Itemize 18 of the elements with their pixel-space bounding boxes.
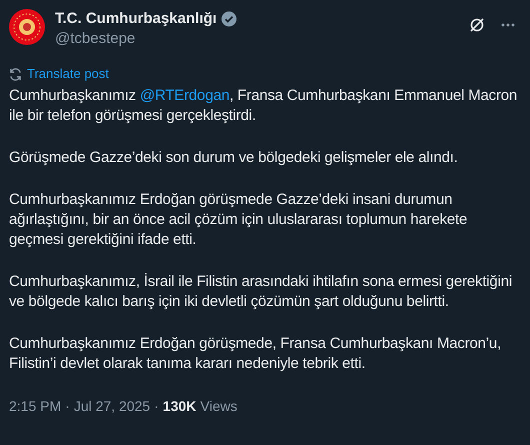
post-paragraph: Görüşmede Gazze’deki son durum ve bölgedeki gelişmeler ele alındı. [9,148,459,168]
views-count: 130K [162,397,196,416]
more-icon[interactable] [501,23,515,27]
separator-dot: · [154,397,159,416]
post-time[interactable]: 2:15 PM [9,396,62,417]
post-date[interactable]: Jul 27, 2025 [74,396,150,417]
post-paragraph: Cumhurbaşkanımız Erdoğan görüşmede, Fransa Cumhurbaşkanı Macron’u, Filistin’i devlet olarak tanıma kararı nedeniyle tebrik etti. [9,334,502,374]
mention-link[interactable]: @RTErdogan [140,87,230,104]
account-name[interactable]: T.C. Cumhurbaşkanlığı [55,8,217,30]
views-label: Views [200,397,238,416]
translate-icon [9,68,22,80]
post-paragraph: Cumhurbaşkanımız @RTErdogan, Fransa Cumhurbaşkanı Emmanuel Macron ile bir telefon görüşmesi gerçekleştirdi. [9,86,518,126]
avatar-emblem-icon[interactable] [9,9,45,45]
post-paragraph: Cumhurbaşkanımız, İsrail ile Filistin arasındaki ihtilafın sona ermesi gerektiğini ve bölgede kalıcı barış için iki devletli çözümün şart olduğunu belirtti. [9,272,513,312]
translate-link[interactable]: Translate post [27,64,109,84]
account-handle[interactable]: @tcbestepe [55,29,469,49]
separator-dot: · [65,397,70,416]
post-paragraph: Cumhurbaşkanımız Erdoğan görüşmede Gazze’deki insani durumun ağırlaştığını, bir an önce acil çözüm için uluslararası toplumun harekete geçmesi gerektiğini ifade etti. [9,190,468,250]
